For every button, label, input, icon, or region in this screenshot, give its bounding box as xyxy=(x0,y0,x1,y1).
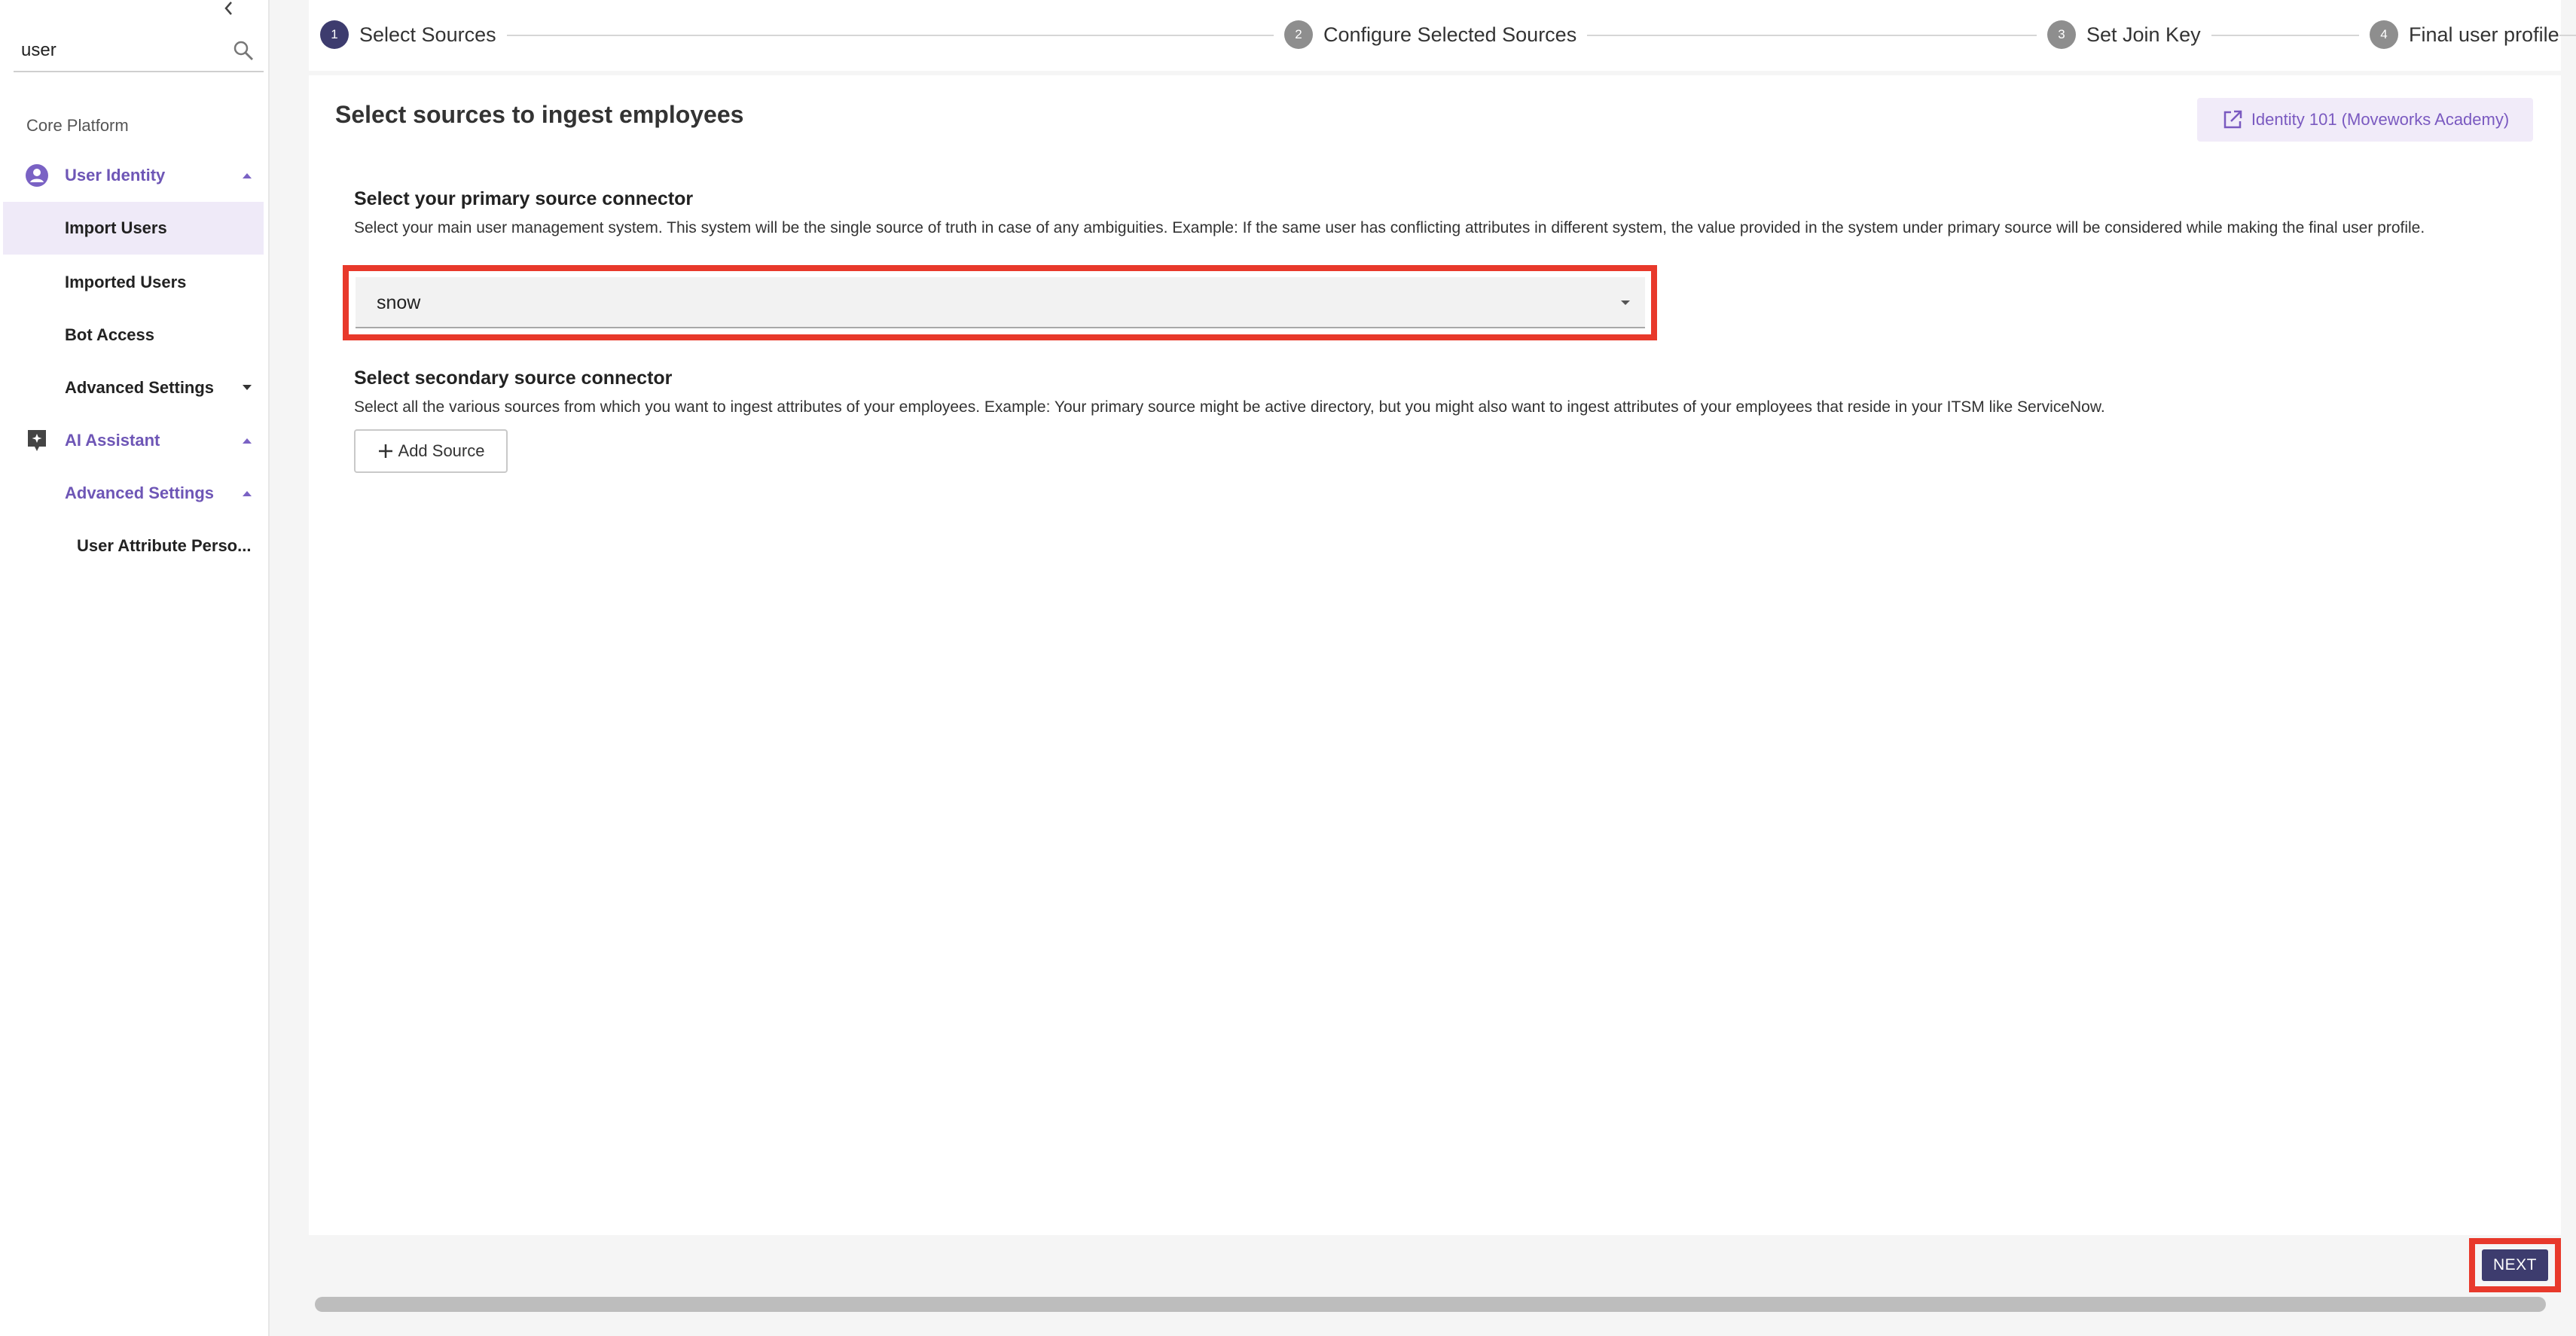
sidebar-item-label: Advanced Settings xyxy=(65,378,215,397)
step-label: Configure Selected Sources xyxy=(1323,23,1577,46)
next-highlight-box: NEXT xyxy=(2469,1238,2561,1292)
chevron-up-icon xyxy=(238,484,256,502)
sidebar-item-advanced-settings[interactable]: Advanced Settings xyxy=(0,361,264,414)
chevron-up-icon xyxy=(238,166,256,185)
sidebar: Core Platform User Identity Import Users… xyxy=(0,0,270,1336)
sidebar-item-label: Advanced Settings xyxy=(65,483,215,502)
primary-source-title: Select your primary source connector xyxy=(354,188,694,209)
sidebar-item-bot-access[interactable]: Bot Access xyxy=(0,309,264,361)
sidebar-item-label: Bot Access xyxy=(65,325,155,344)
horizontal-scrollbar[interactable] xyxy=(315,1297,2546,1312)
academy-link-label: Identity 101 (Moveworks Academy) xyxy=(2251,110,2510,129)
step-configure-selected-sources[interactable]: 2 Configure Selected Sources xyxy=(1274,18,1588,51)
secondary-source-description: Select all the various sources from whic… xyxy=(354,398,2105,416)
sidebar-item-ai-assistant[interactable]: AI Assistant xyxy=(0,414,264,467)
primary-source-description: Select your main user management system.… xyxy=(354,219,2425,236)
select-value: snow xyxy=(377,292,421,313)
search-input[interactable] xyxy=(21,36,217,65)
sidebar-item-label: AI Assistant xyxy=(65,431,160,450)
plus-icon xyxy=(378,444,392,458)
ai-assistant-icon xyxy=(24,428,50,453)
external-link-icon xyxy=(2223,110,2242,129)
step-number: 4 xyxy=(2370,20,2398,49)
add-source-button[interactable]: Add Source xyxy=(354,429,508,473)
sidebar-item-label: Imported Users xyxy=(65,273,187,291)
section-label-core-platform: Core Platform xyxy=(26,116,129,135)
sidebar-item-label: Import Users xyxy=(65,218,167,237)
sidebar-item-ai-advanced-settings[interactable]: Advanced Settings xyxy=(0,467,264,520)
add-source-label: Add Source xyxy=(398,441,485,460)
chevron-left-icon xyxy=(224,2,232,15)
sidebar-item-import-users[interactable]: Import Users xyxy=(3,202,264,255)
next-button[interactable]: NEXT xyxy=(2482,1249,2548,1281)
caret-down-icon xyxy=(1621,300,1630,305)
step-connector xyxy=(505,35,1258,36)
step-label: Final user profile xyxy=(2409,23,2559,46)
step-label: Set Join Key xyxy=(2086,23,2201,46)
sidebar-item-user-identity[interactable]: User Identity xyxy=(0,149,264,202)
academy-link-button[interactable]: Identity 101 (Moveworks Academy) xyxy=(2197,98,2533,142)
sidebar-item-imported-users[interactable]: Imported Users xyxy=(0,256,264,309)
page-title: Select sources to ingest employees xyxy=(335,101,744,128)
step-label: Select Sources xyxy=(359,23,496,46)
sidebar-item-user-attribute-personalization[interactable]: User Attribute Perso... xyxy=(0,520,264,572)
sidebar-item-label: User Attribute Perso... xyxy=(77,536,252,555)
chevron-up-icon xyxy=(238,432,256,450)
chevron-down-icon xyxy=(238,379,256,397)
step-number: 1 xyxy=(320,20,349,49)
search-field xyxy=(14,30,264,72)
step-select-sources[interactable]: 1 Select Sources xyxy=(320,18,507,51)
primary-source-select[interactable]: snow xyxy=(356,277,1645,328)
step-number: 3 xyxy=(2047,20,2076,49)
stepper: 1 Select Sources 2 Configure Selected So… xyxy=(309,0,2576,71)
collapse-sidebar-button[interactable] xyxy=(220,0,238,17)
step-final-user-profile[interactable]: 4 Final user profile xyxy=(2359,18,2559,51)
step-set-join-key[interactable]: 3 Set Join Key xyxy=(2037,18,2211,51)
step-number: 2 xyxy=(1284,20,1313,49)
user-circle-icon xyxy=(24,163,50,188)
secondary-source-title: Select secondary source connector xyxy=(354,368,673,389)
main-content: Select sources to ingest employees Ident… xyxy=(309,75,2561,1235)
sidebar-item-label: User Identity xyxy=(65,166,166,185)
search-icon[interactable] xyxy=(232,39,255,62)
